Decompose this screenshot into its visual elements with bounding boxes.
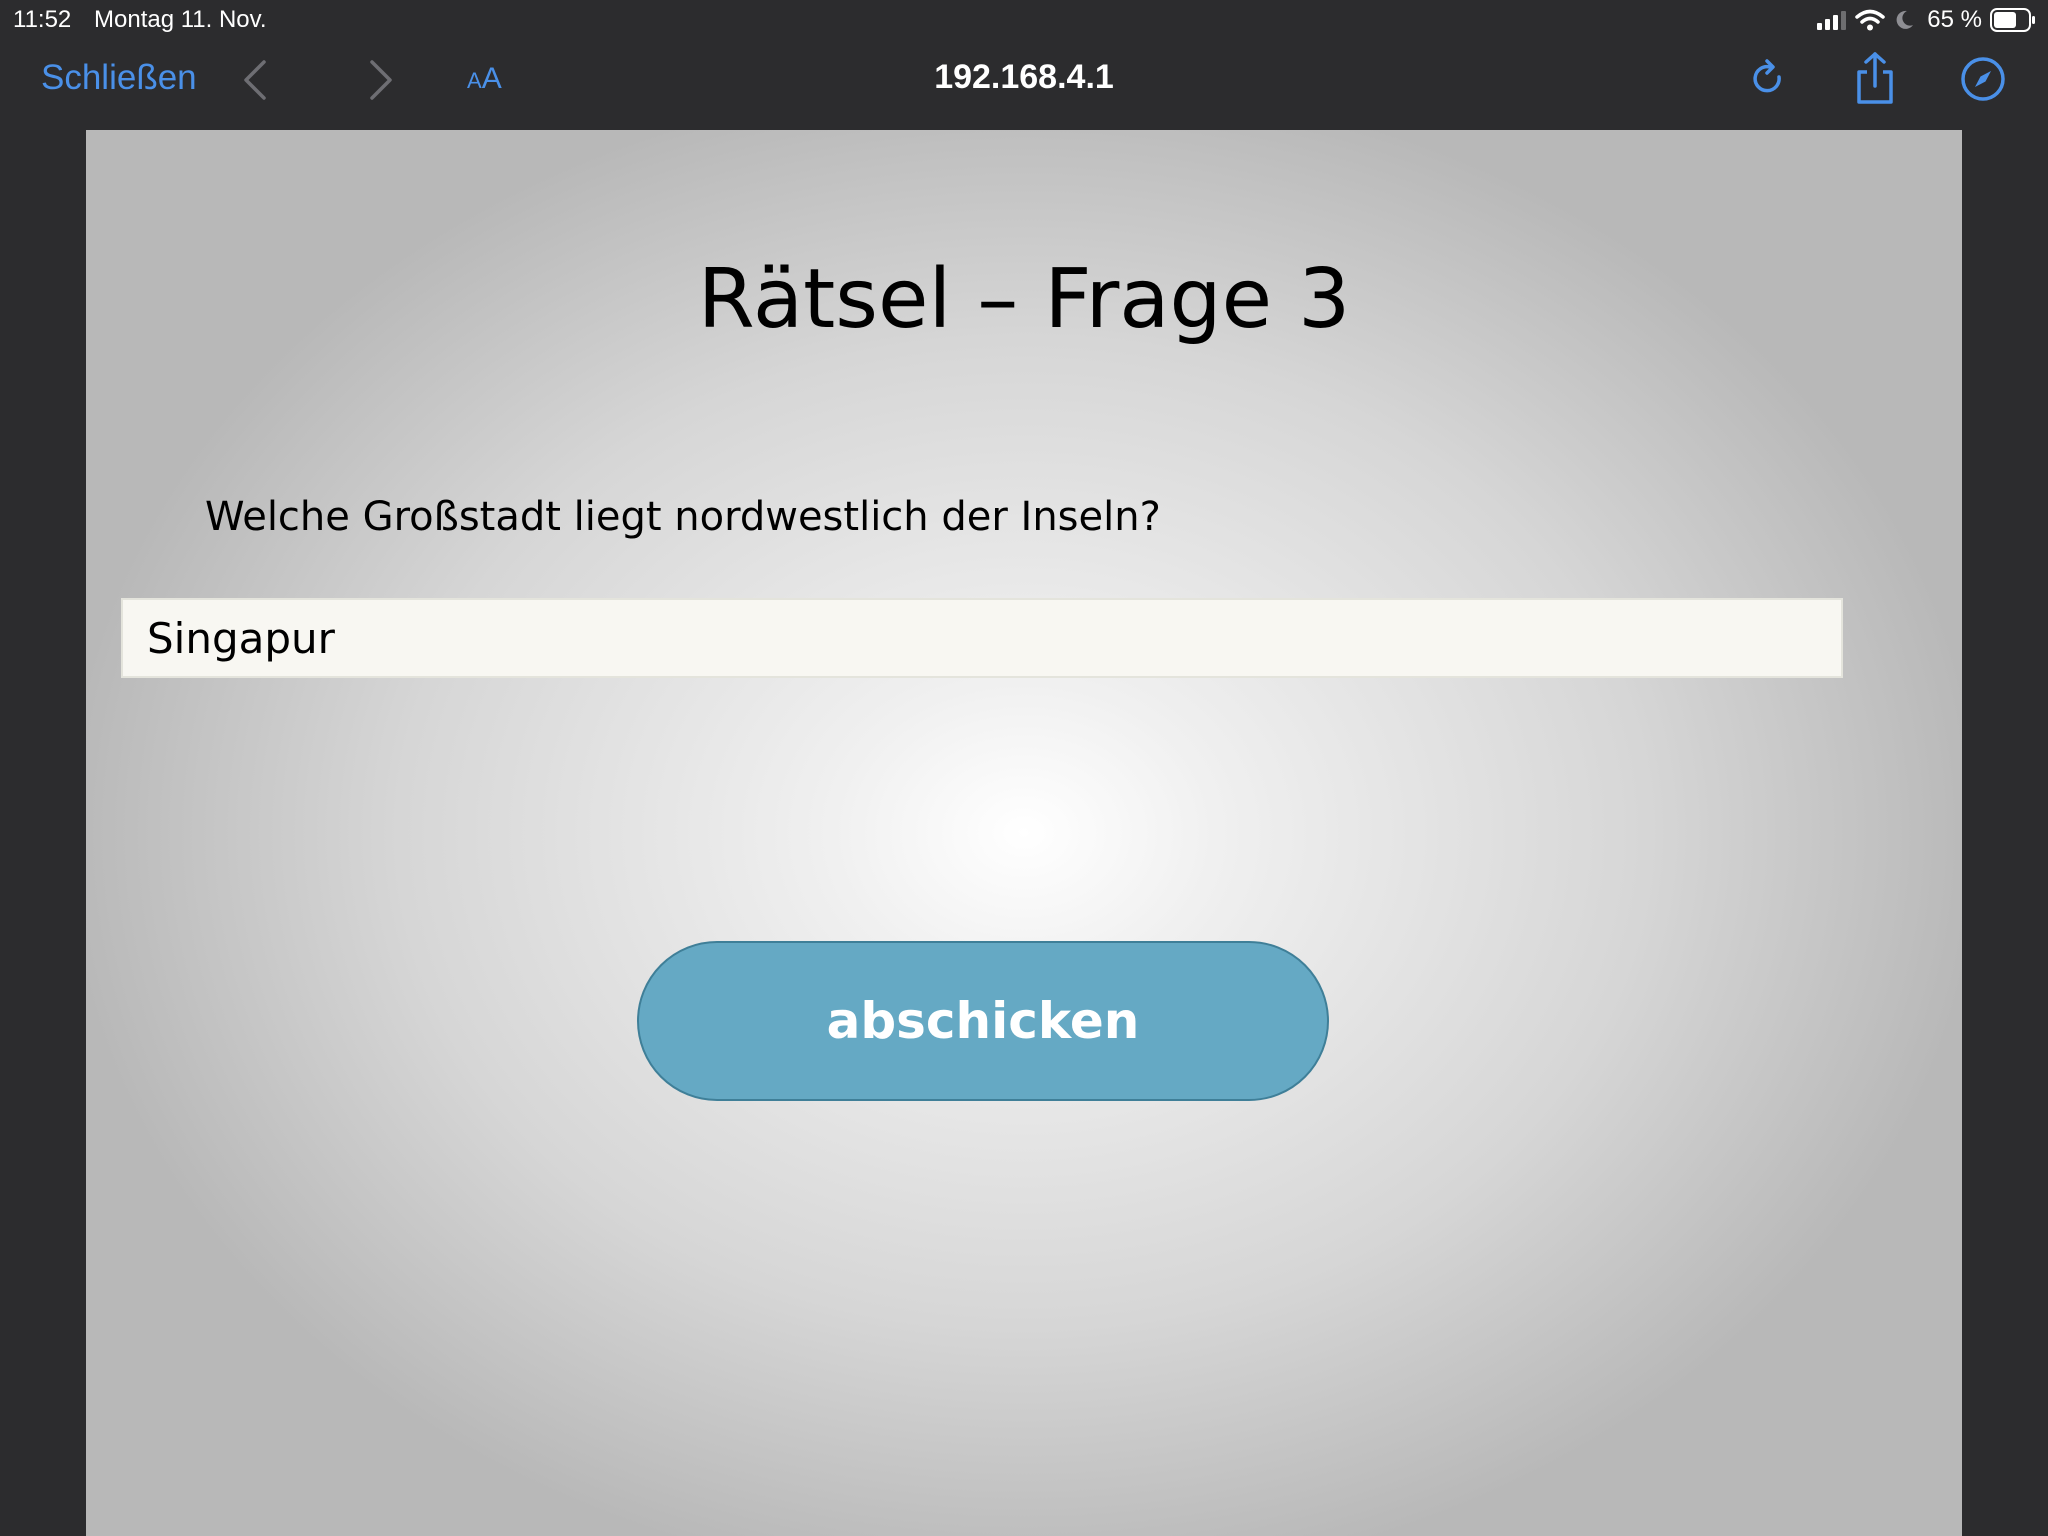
browser-toolbar: Schließen AA 192.168.4.1 bbox=[0, 40, 2048, 128]
share-icon[interactable] bbox=[1853, 50, 1897, 111]
answer-input[interactable] bbox=[121, 598, 1843, 678]
compass-icon[interactable] bbox=[1959, 55, 2007, 108]
url-display[interactable]: 192.168.4.1 bbox=[0, 58, 2048, 97]
reload-icon[interactable] bbox=[1748, 57, 1788, 106]
moon-icon bbox=[1893, 9, 1915, 31]
question-text: Welche Großstadt liegt nordwestlich der … bbox=[205, 494, 1161, 540]
status-date: Montag 11. Nov. bbox=[94, 6, 267, 33]
battery-icon bbox=[1990, 8, 2036, 32]
cellular-signal-icon bbox=[1817, 10, 1847, 30]
page-title: Rätsel – Frage 3 bbox=[697, 252, 1351, 347]
status-bar: 11:52 Montag 11. Nov. 65 % bbox=[0, 0, 2048, 40]
submit-button[interactable]: abschicken bbox=[637, 941, 1329, 1101]
web-content: Rätsel – Frage 3 Welche Großstadt liegt … bbox=[86, 130, 1962, 1536]
wifi-icon bbox=[1855, 9, 1886, 31]
status-indicators: 65 % bbox=[1817, 4, 2036, 36]
status-time: 11:52 bbox=[13, 6, 72, 33]
battery-percentage: 65 % bbox=[1927, 6, 1982, 33]
